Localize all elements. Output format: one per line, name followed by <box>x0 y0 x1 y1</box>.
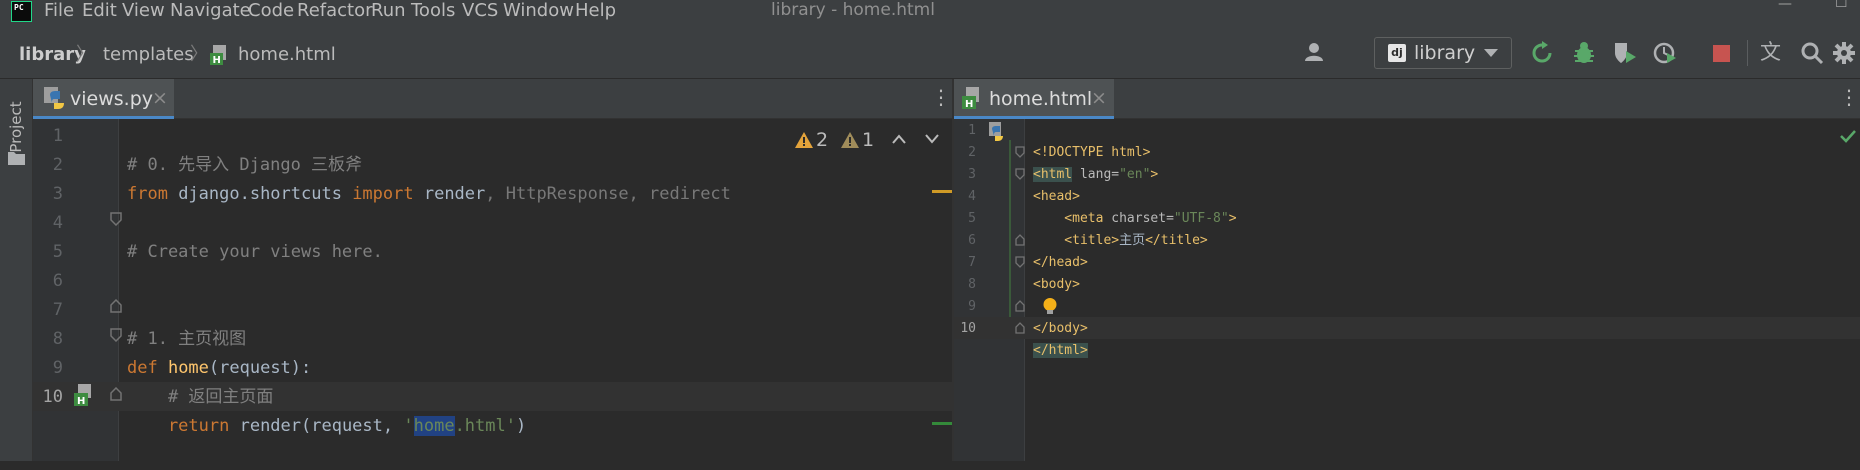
code-line-8: def home(request): <box>127 358 312 378</box>
html-line-8 <box>1033 296 1237 318</box>
code-line-4: # Create your views here. <box>127 242 383 262</box>
python-code[interactable]: # 0. 先导入 Django 三板斧 from django.shortcuts… <box>127 122 731 470</box>
code-line-10: return render(request, 'home.html') <box>127 416 527 436</box>
fold-marker-icon[interactable] <box>1015 234 1025 246</box>
menu-view[interactable]: View <box>122 0 165 22</box>
user-account-icon[interactable] <box>1304 41 1328 65</box>
menu-vcs[interactable]: VCS <box>462 0 498 22</box>
fold-marker-icon[interactable] <box>110 212 122 226</box>
fold-marker-icon[interactable] <box>1015 168 1025 180</box>
close-tab-icon[interactable]: × <box>1091 86 1107 110</box>
more-options-icon[interactable]: ⋮ <box>931 84 951 110</box>
menu-refactor[interactable]: Refactor <box>297 0 373 22</box>
settings-gear-icon[interactable] <box>1832 41 1856 65</box>
menu-code[interactable]: Code <box>248 0 294 22</box>
line-numbers: 1 2 3 4 5 6 7 8 9 10 <box>42 126 63 407</box>
django-icon: dj <box>1388 44 1406 62</box>
fold-marker-icon[interactable] <box>1015 146 1025 158</box>
html-line-3: <head> <box>1033 189 1080 204</box>
html-line-10: </html> <box>1033 343 1088 358</box>
breadcrumb-file[interactable]: home.html <box>238 44 336 66</box>
html-line-9: </body> <box>1033 321 1088 336</box>
debug-icon[interactable] <box>1572 41 1596 65</box>
menu-file[interactable]: File <box>44 0 74 22</box>
python-file-gutter-icon[interactable] <box>987 122 1005 142</box>
breadcrumb-separator: 〉 <box>76 44 94 65</box>
weak-warning-icon[interactable] <box>840 131 860 149</box>
pycharm-logo-icon[interactable]: PC <box>11 1 32 22</box>
weak-warning-count[interactable]: 1 <box>862 128 874 152</box>
previous-problem-icon[interactable] <box>891 133 907 145</box>
next-problem-icon[interactable] <box>924 133 940 145</box>
more-options-icon[interactable]: ⋮ <box>1839 84 1859 110</box>
run-config-label: library <box>1414 42 1476 64</box>
svg-text:H: H <box>213 55 221 66</box>
python-file-icon <box>44 87 64 109</box>
fold-marker-icon[interactable] <box>110 299 122 313</box>
close-tab-icon[interactable]: × <box>152 86 168 110</box>
html-line-5: <title>主页</title> <box>1033 233 1208 248</box>
minimize-button[interactable]: — <box>1778 0 1792 11</box>
html-file-icon: H <box>962 87 979 110</box>
run-with-coverage-icon[interactable] <box>1612 41 1636 65</box>
change-stripe-marker[interactable] <box>932 422 952 425</box>
code-line-9: # 返回主页面 <box>127 387 274 407</box>
menu-run[interactable]: Run <box>371 0 406 22</box>
search-icon[interactable] <box>1800 41 1824 65</box>
warning-icon[interactable] <box>794 131 814 149</box>
change-marker-bar <box>1009 140 1011 318</box>
no-problems-check-icon <box>1840 130 1856 143</box>
fold-marker-icon[interactable] <box>110 328 122 342</box>
rerun-icon[interactable] <box>1530 41 1554 65</box>
html-template-gutter-icon[interactable]: H <box>74 384 96 408</box>
menu-window[interactable]: Window <box>503 0 574 22</box>
html-line-6: </head> <box>1033 255 1088 270</box>
stop-button[interactable] <box>1713 45 1730 62</box>
menu-edit[interactable]: Edit <box>82 0 117 22</box>
breadcrumb-folder[interactable]: templates <box>103 44 194 66</box>
warning-stripe-marker[interactable] <box>932 190 952 193</box>
window-title: library - home.html <box>771 0 935 20</box>
code-line-1: # 0. 先导入 Django 三板斧 <box>127 155 363 175</box>
fold-marker-icon[interactable] <box>1015 300 1025 312</box>
code-line-7: # 1. 主页视图 <box>127 329 247 349</box>
folder-icon <box>8 152 25 165</box>
profile-icon[interactable] <box>1653 41 1677 65</box>
fold-marker-icon[interactable] <box>110 387 122 401</box>
translate-icon[interactable]: 文 <box>1760 40 1781 64</box>
html-line-7: <body> <box>1033 277 1080 292</box>
menu-navigate[interactable]: Navigate <box>170 0 251 22</box>
fold-marker-icon[interactable] <box>1015 256 1025 268</box>
maximize-button[interactable]: ☐ <box>1835 0 1848 10</box>
code-line-2: from django.shortcuts import render, Htt… <box>127 184 731 204</box>
html-code[interactable]: <!DOCTYPE html> <html lang="en"> <head> <m… <box>1033 120 1237 384</box>
line-numbers: 1 2 3 4 5 6 7 8 9 10 <box>960 123 976 336</box>
menu-tools[interactable]: Tools <box>411 0 455 22</box>
menu-help[interactable]: Help <box>575 0 616 22</box>
html-line-1: <!DOCTYPE html> <box>1033 145 1151 160</box>
selected-text: home <box>413 416 455 436</box>
breadcrumb-separator: 〉 <box>190 44 208 65</box>
tab-label: home.html <box>989 88 1093 110</box>
html-line-2: <html lang="en"> <box>1033 167 1159 182</box>
fold-marker-icon[interactable] <box>1015 322 1025 334</box>
tab-label: views.py <box>70 88 153 110</box>
warning-count[interactable]: 2 <box>816 128 828 152</box>
toolbar-separator <box>1747 40 1748 66</box>
html-line-4: <meta charset="UTF-8"> <box>1033 211 1237 226</box>
svg-text:H: H <box>77 396 85 407</box>
chevron-down-icon <box>1484 49 1498 57</box>
svg-text:H: H <box>965 99 973 110</box>
intention-bulb-icon[interactable] <box>1043 298 1057 315</box>
html-file-icon: H <box>210 45 226 66</box>
